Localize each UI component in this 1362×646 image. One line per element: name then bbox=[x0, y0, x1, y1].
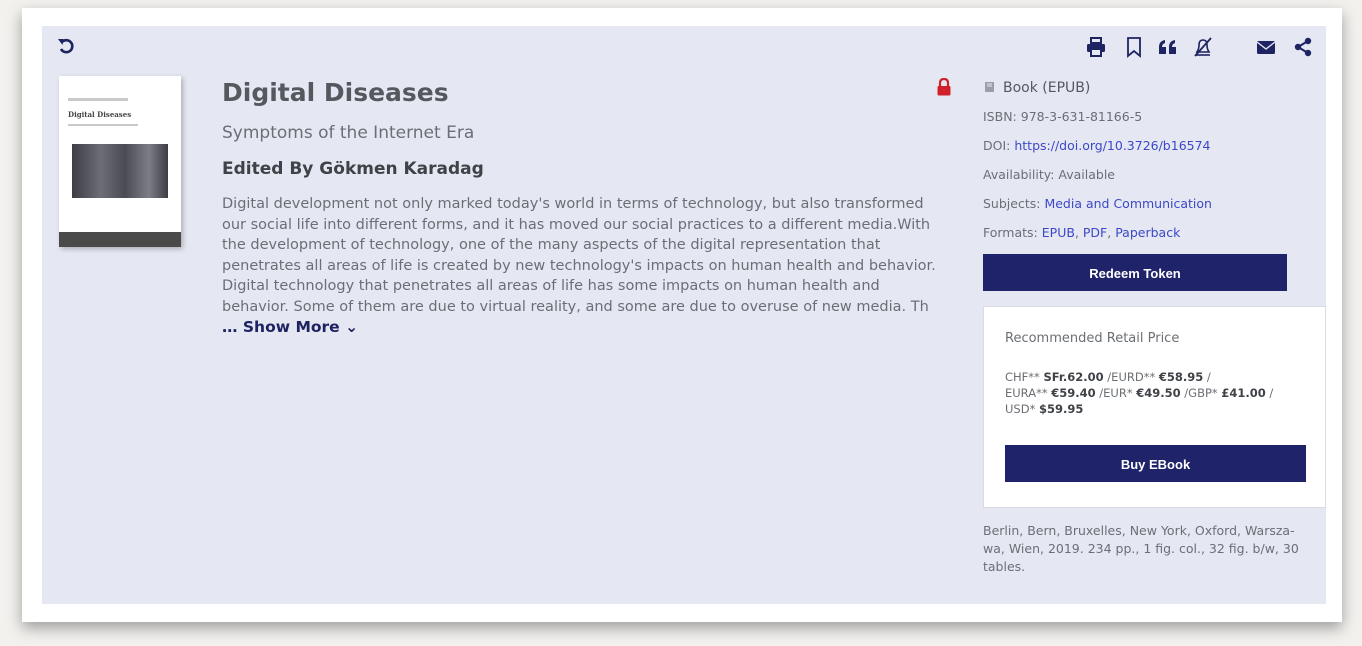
availability-label: Availability: bbox=[983, 167, 1055, 182]
cover-title: Digital Diseases bbox=[68, 110, 132, 119]
back-icon[interactable] bbox=[56, 36, 76, 56]
isbn-value: 978-3-631-81166-5 bbox=[1020, 109, 1143, 124]
price-box: Recommended Retail Price CHF** SFr.62.00… bbox=[983, 306, 1326, 508]
redeem-token-button[interactable]: Redeem Token bbox=[983, 254, 1287, 291]
gbp-label: /GBP* bbox=[1184, 386, 1218, 400]
price-list: CHF** SFr.62.00 /EURD** €58.95 / EURA** … bbox=[1005, 370, 1274, 416]
print-icon[interactable] bbox=[1085, 36, 1107, 58]
cover-editor-line bbox=[68, 98, 128, 101]
eur-price: €49.50 bbox=[1136, 386, 1181, 400]
doi-link[interactable]: https://doi.org/10.3726/b16574 bbox=[1014, 138, 1210, 153]
format-row: Book (EPUB) bbox=[983, 80, 1303, 109]
abstract-line: behavior. Some of them are due to virtua… bbox=[222, 298, 929, 315]
availability-row: Availability: Available bbox=[983, 167, 1303, 196]
eurd-label: /EURD** bbox=[1107, 370, 1156, 384]
book-cover[interactable]: Digital Diseases bbox=[59, 76, 181, 247]
eurd-price: €58.95 bbox=[1158, 370, 1204, 384]
quote-icon[interactable] bbox=[1157, 36, 1179, 58]
abstract-line: penetrates all areas of life is created … bbox=[222, 257, 936, 274]
eura-price: €59.40 bbox=[1051, 386, 1096, 400]
book-details: Book (EPUB) ISBN: 978-3-631-81166-5 DOI:… bbox=[983, 80, 1303, 254]
book-title: Digital Diseases bbox=[222, 78, 449, 107]
format-link-pdf[interactable]: PDF bbox=[1083, 225, 1107, 240]
usd-price: $59.95 bbox=[1038, 402, 1084, 416]
subjects-label: Subjects: bbox=[983, 196, 1041, 211]
chf-price: SFr.62.00 bbox=[1043, 370, 1104, 384]
lock-icon bbox=[937, 78, 951, 96]
abstract-line: Digital development not only marked toda… bbox=[222, 196, 924, 212]
cover-publisher-bar bbox=[59, 232, 181, 247]
formats-label: Formats: bbox=[983, 225, 1038, 240]
chf-label: CHF** bbox=[1005, 370, 1040, 384]
abstract-line: Digital technology that penetrates all a… bbox=[222, 278, 880, 294]
subjects-row: Subjects: Media and Communication bbox=[983, 196, 1303, 225]
format-link-paperback[interactable]: Paperback bbox=[1115, 225, 1180, 240]
gbp-price: £41.00 bbox=[1221, 386, 1266, 400]
show-more-link[interactable]: … Show More ⌄ bbox=[222, 318, 358, 336]
book-abstract: Digital development not only marked toda… bbox=[222, 194, 962, 317]
doi-label: DOI: bbox=[983, 138, 1011, 153]
abstract-line: our social life into different forms, an… bbox=[222, 216, 931, 233]
price-heading: Recommended Retail Price bbox=[1005, 331, 1180, 346]
book-main: Digital Diseases Symptoms of the Interne… bbox=[222, 78, 962, 336]
book-editor: Edited By Gökmen Karadag bbox=[222, 159, 484, 179]
book-subtitle: Symptoms of the Internet Era bbox=[222, 123, 475, 143]
toolbar bbox=[1085, 36, 1317, 60]
abstract-line: the development of technology, one of th… bbox=[222, 237, 881, 253]
isbn-label: ISBN: bbox=[983, 109, 1017, 124]
formats-row: Formats: EPUB, PDF, Paperback bbox=[983, 225, 1181, 240]
eura-label: EURA** bbox=[1005, 386, 1048, 400]
format-value: Book (EPUB) bbox=[1003, 80, 1091, 96]
eur-label: /EUR* bbox=[1099, 386, 1133, 400]
bookmark-icon[interactable] bbox=[1123, 36, 1145, 58]
share-icon[interactable] bbox=[1292, 36, 1314, 58]
usd-label: USD* bbox=[1005, 402, 1036, 416]
doi-row: DOI: https://doi.org/10.3726/b16574 bbox=[983, 138, 1303, 167]
isbn-row: ISBN: 978-3-631-81166-5 bbox=[983, 109, 1303, 138]
buy-ebook-button[interactable]: Buy EBook bbox=[1005, 445, 1306, 482]
cover-subtitle-line bbox=[68, 124, 138, 126]
availability-value: Available bbox=[1058, 167, 1116, 182]
email-icon[interactable] bbox=[1255, 36, 1277, 58]
cover-image bbox=[72, 144, 168, 198]
book-icon bbox=[985, 82, 994, 92]
publication-info: Berlin, Bern, Bruxelles, New York, Oxfor… bbox=[983, 523, 1299, 574]
notification-off-icon[interactable] bbox=[1192, 36, 1214, 58]
format-link-epub[interactable]: EPUB bbox=[1042, 225, 1075, 240]
subject-link[interactable]: Media and Communication bbox=[1044, 196, 1212, 211]
